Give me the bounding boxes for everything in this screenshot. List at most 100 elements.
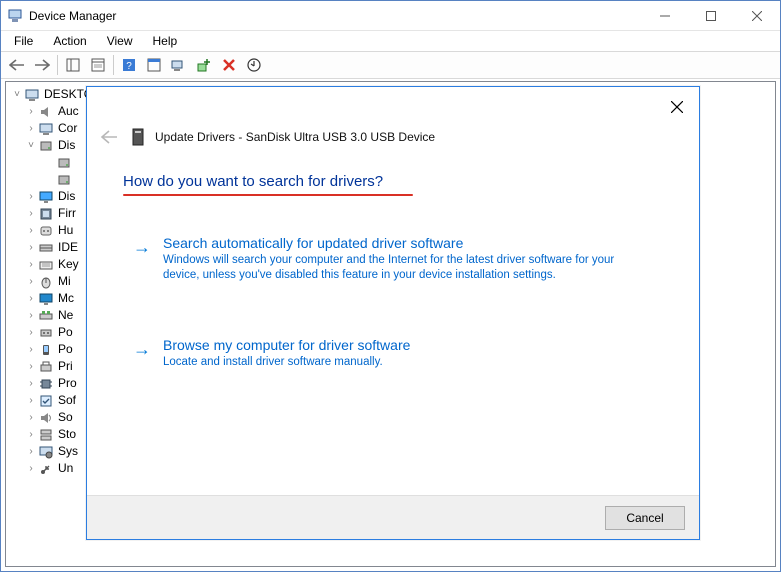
toolbar-separator	[57, 55, 58, 75]
firmware-icon	[38, 206, 54, 222]
display-icon	[38, 189, 54, 205]
tree-category-label: IDE	[58, 239, 78, 256]
expander-closed-icon[interactable]: ›	[24, 426, 38, 443]
software-icon	[38, 393, 54, 409]
keyboard-icon	[38, 257, 54, 273]
arrow-right-icon: →	[133, 339, 151, 360]
sound-icon	[38, 410, 54, 426]
update-driver-button[interactable]	[242, 54, 266, 76]
add-hardware-button[interactable]	[192, 54, 216, 76]
back-button[interactable]	[5, 54, 29, 76]
tree-category-label: Pro	[58, 375, 77, 392]
processor-icon	[38, 376, 54, 392]
expander-closed-icon[interactable]: ›	[24, 392, 38, 409]
system-icon	[38, 444, 54, 460]
cancel-button[interactable]: Cancel	[605, 506, 685, 530]
dialog-close-button[interactable]	[667, 97, 687, 117]
menu-action[interactable]: Action	[44, 32, 95, 50]
computer-icon	[38, 121, 54, 137]
disk-drive-icon	[56, 172, 72, 188]
expander-closed-icon[interactable]: ›	[24, 409, 38, 426]
expander-closed-icon[interactable]: ›	[24, 290, 38, 307]
expander-closed-icon[interactable]: ›	[24, 375, 38, 392]
annotation-underline	[123, 194, 413, 196]
printqueue-icon	[38, 359, 54, 375]
expander-closed-icon[interactable]: ›	[24, 256, 38, 273]
show-hide-tree-button[interactable]	[61, 54, 85, 76]
expander-closed-icon[interactable]: ›	[24, 239, 38, 256]
expander-closed-icon[interactable]: ›	[24, 120, 38, 137]
expander-closed-icon[interactable]: ›	[24, 205, 38, 222]
tree-category-label: Key	[58, 256, 79, 273]
expander-closed-icon[interactable]: ›	[24, 324, 38, 341]
option-description: Windows will search your computer and th…	[163, 253, 653, 283]
toolbar-separator	[113, 55, 114, 75]
option-description: Locate and install driver software manua…	[163, 355, 653, 370]
expander-closed-icon[interactable]: ›	[24, 341, 38, 358]
toolbar: ?	[1, 51, 780, 79]
network-icon	[38, 308, 54, 324]
dialog-back-button	[97, 125, 121, 149]
tree-category-label: Un	[58, 460, 73, 477]
storage-icon	[38, 427, 54, 443]
menu-file[interactable]: File	[5, 32, 42, 50]
portable-icon	[38, 342, 54, 358]
disk-drive-icon	[56, 155, 72, 171]
option-title: Search automatically for updated driver …	[163, 235, 653, 251]
forward-button[interactable]	[30, 54, 54, 76]
expander-closed-icon[interactable]: ›	[24, 222, 38, 239]
tree-category-label: So	[58, 409, 73, 426]
expander-icon[interactable]: ˅	[10, 86, 24, 103]
expander-open-icon[interactable]: ˅	[24, 137, 38, 154]
tree-category-label: Dis	[58, 188, 75, 205]
titlebar: Device Manager	[1, 1, 780, 31]
expander-closed-icon[interactable]: ›	[24, 460, 38, 477]
expander-closed-icon[interactable]: ›	[24, 103, 38, 120]
minimize-button[interactable]	[642, 1, 688, 31]
port-icon	[38, 325, 54, 341]
help-button[interactable]: ?	[117, 54, 141, 76]
tree-category-label: Po	[58, 324, 73, 341]
tree-category-label: Mc	[58, 290, 74, 307]
tree-category-label: Dis	[58, 137, 75, 154]
monitor-icon	[38, 291, 54, 307]
cancel-button-label: Cancel	[626, 511, 663, 525]
tree-category-label: Auc	[58, 103, 79, 120]
tree-category-label: Sof	[58, 392, 76, 409]
option-title: Browse my computer for driver software	[163, 337, 653, 353]
scan-button[interactable]	[167, 54, 191, 76]
close-button[interactable]	[734, 1, 780, 31]
mouse-icon	[38, 274, 54, 290]
properties-button[interactable]	[86, 54, 110, 76]
uninstall-button[interactable]	[217, 54, 241, 76]
tree-category-label: Cor	[58, 120, 77, 137]
menubar: File Action View Help	[1, 31, 780, 51]
option-search-automatically[interactable]: → Search automatically for updated drive…	[133, 235, 653, 283]
disk-drive-icon	[131, 128, 145, 146]
tree-category-label: Sto	[58, 426, 76, 443]
expander-closed-icon[interactable]: ›	[24, 273, 38, 290]
audio-icon	[38, 104, 54, 120]
app-icon	[7, 8, 23, 24]
action-button[interactable]	[142, 54, 166, 76]
expander-closed-icon[interactable]: ›	[24, 443, 38, 460]
computer-icon	[24, 87, 40, 103]
expander-closed-icon[interactable]: ›	[24, 307, 38, 324]
update-drivers-dialog: Update Drivers - SanDisk Ultra USB 3.0 U…	[86, 86, 700, 540]
option-browse-computer[interactable]: → Browse my computer for driver software…	[133, 337, 653, 370]
menu-help[interactable]: Help	[144, 32, 187, 50]
tree-category-label: Po	[58, 341, 73, 358]
hid-icon	[38, 223, 54, 239]
maximize-button[interactable]	[688, 1, 734, 31]
tree-category-label: Ne	[58, 307, 73, 324]
tree-category-label: Firr	[58, 205, 76, 222]
dialog-prompt: How do you want to search for drivers?	[123, 173, 383, 190]
expander-closed-icon[interactable]: ›	[24, 358, 38, 375]
expander-closed-icon[interactable]: ›	[24, 188, 38, 205]
dialog-footer: Cancel	[87, 495, 699, 539]
usb-icon	[38, 461, 54, 477]
tree-category-label: Sys	[58, 443, 78, 460]
tree-category-label: Pri	[58, 358, 73, 375]
menu-view[interactable]: View	[98, 32, 142, 50]
arrow-right-icon: →	[133, 237, 151, 258]
